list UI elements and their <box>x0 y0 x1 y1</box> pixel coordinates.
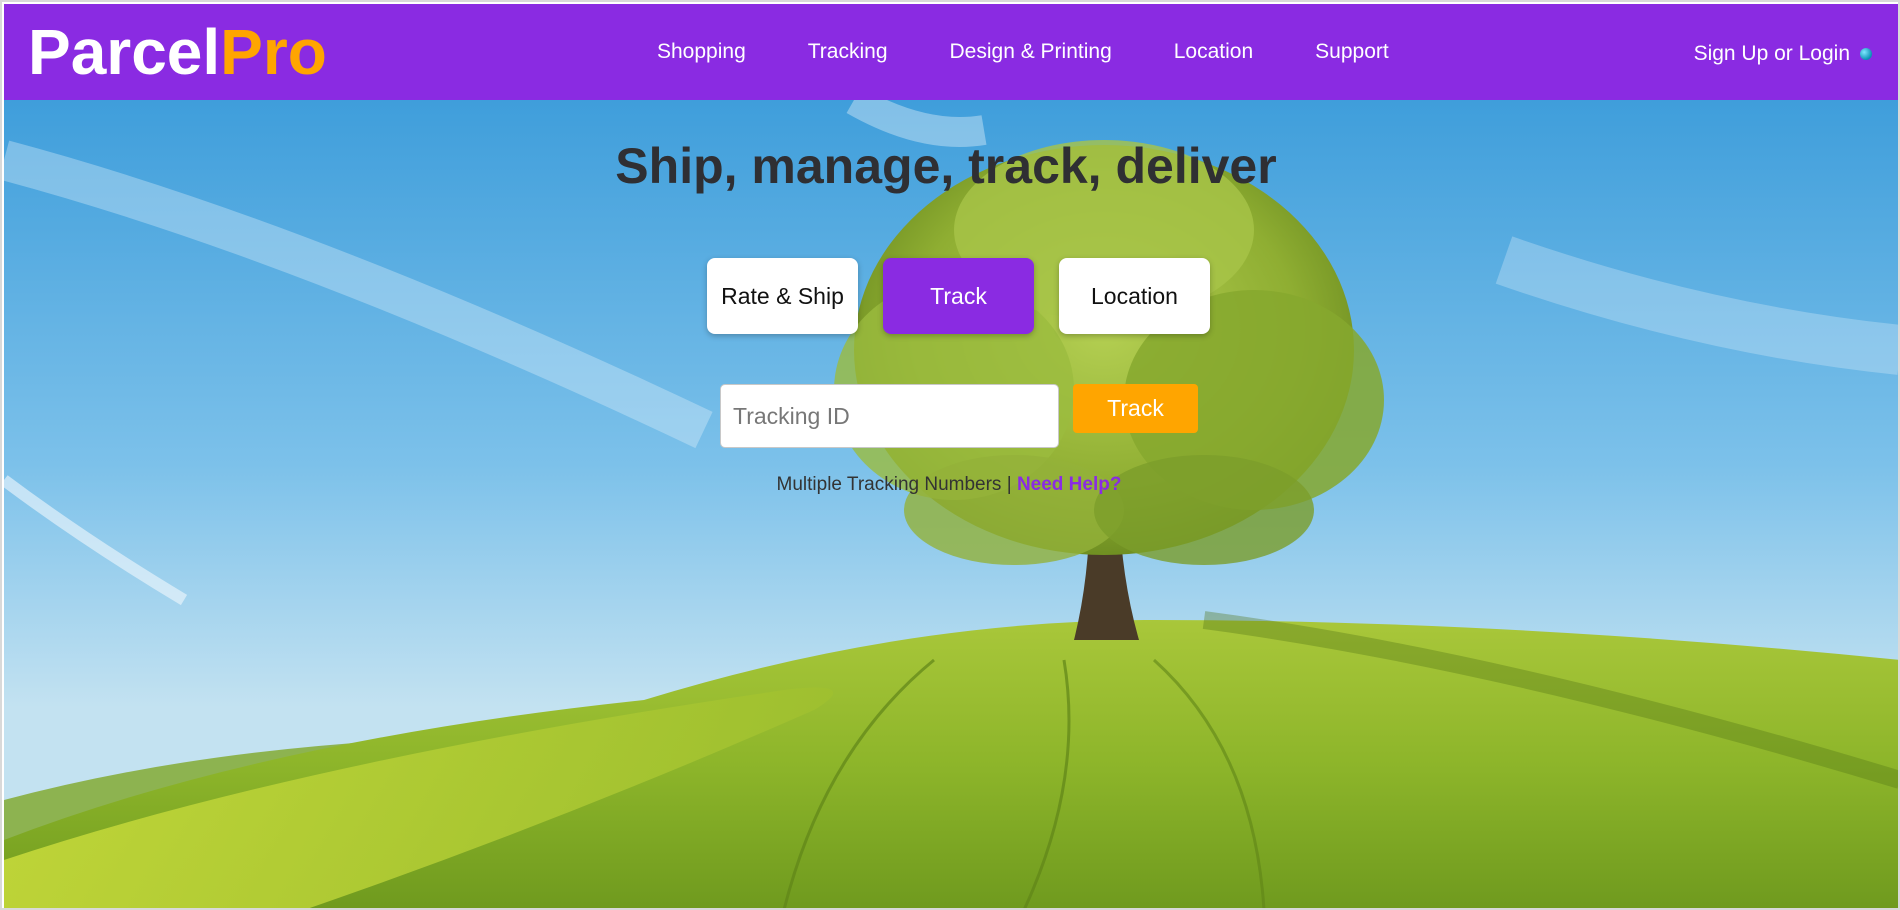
need-help-link[interactable]: Need Help? <box>1017 474 1122 495</box>
nav-shopping[interactable]: Shopping <box>657 40 746 64</box>
globe-icon <box>1860 48 1872 60</box>
page-frame: ParcelPro Shopping Tracking Design & Pri… <box>0 0 1900 910</box>
main-nav: Shopping Tracking Design & Printing Loca… <box>657 40 1389 64</box>
top-navbar: ParcelPro Shopping Tracking Design & Pri… <box>4 4 1898 100</box>
tab-location[interactable]: Location <box>1059 258 1210 334</box>
service-tabs: Rate & Ship Track Location <box>707 258 1210 334</box>
tracking-help-line: Multiple Tracking Numbers | Need Help? <box>4 474 1898 496</box>
multiple-tracking-link[interactable]: Multiple Tracking Numbers <box>777 474 1002 495</box>
tab-track[interactable]: Track <box>883 258 1034 334</box>
login-label: Sign Up or Login <box>1693 42 1850 65</box>
tracking-id-input[interactable] <box>720 384 1059 448</box>
tab-rate-ship[interactable]: Rate & Ship <box>707 258 858 334</box>
nav-support[interactable]: Support <box>1315 40 1389 64</box>
nav-design-printing[interactable]: Design & Printing <box>950 40 1112 64</box>
hero-section: Ship, manage, track, deliver Rate & Ship… <box>4 100 1898 908</box>
separator: | <box>1006 474 1012 495</box>
hero-title: Ship, manage, track, deliver <box>615 138 1277 194</box>
login-link[interactable]: Sign Up or Login <box>1694 42 1872 66</box>
parcelpro-logo[interactable]: ParcelPro <box>28 16 327 88</box>
track-submit-button[interactable]: Track <box>1073 384 1198 433</box>
nav-tracking[interactable]: Tracking <box>808 40 888 64</box>
logo-text-pro: Pro <box>220 16 327 88</box>
hero-background-image <box>4 100 1898 908</box>
logo-text-parcel: Parcel <box>28 16 221 88</box>
tracking-form: Track <box>720 384 1198 448</box>
nav-location[interactable]: Location <box>1174 40 1253 64</box>
